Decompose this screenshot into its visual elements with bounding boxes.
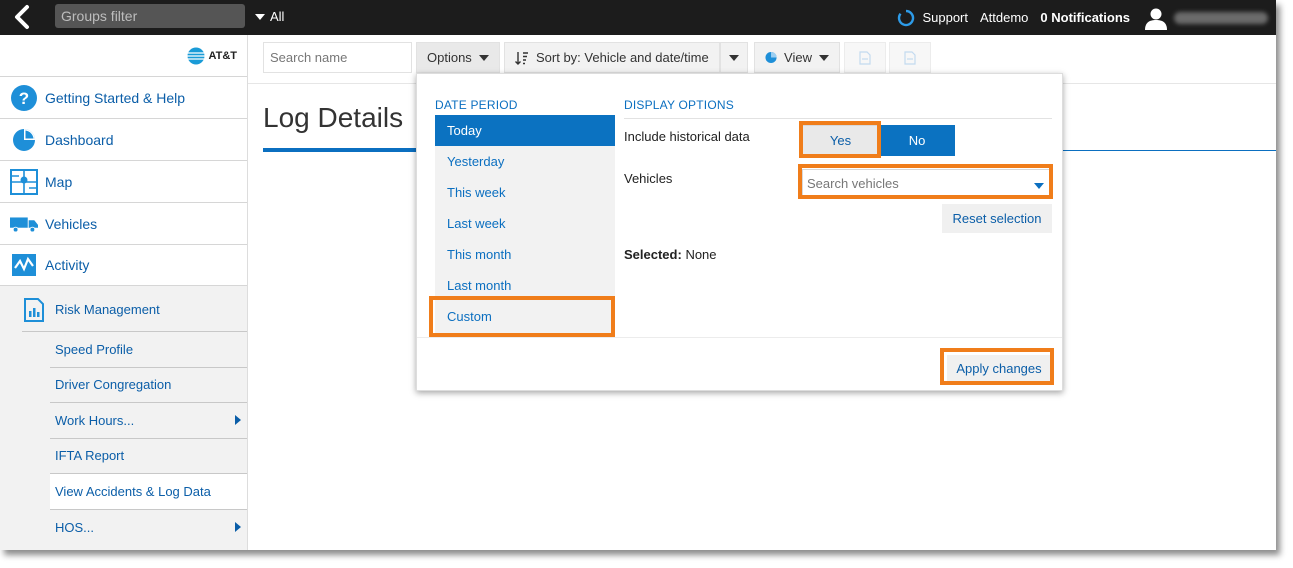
sidebar-item-getting-started[interactable]: ? Getting Started & Help bbox=[0, 76, 247, 118]
date-period-today[interactable]: Today bbox=[435, 115, 615, 146]
pie-view-icon bbox=[765, 51, 777, 64]
notifications-link[interactable]: 0 Notifications bbox=[1040, 10, 1130, 25]
help-icon: ? bbox=[10, 84, 38, 112]
sidebar-item-dashboard[interactable]: Dashboard bbox=[0, 118, 247, 160]
sort-direction-button[interactable] bbox=[720, 42, 748, 73]
submenu-work-hours[interactable]: Work Hours... bbox=[50, 403, 247, 439]
search-name-input[interactable] bbox=[263, 42, 412, 73]
historical-data-toggle: Yes No bbox=[802, 125, 955, 156]
page-title-underline bbox=[263, 148, 417, 152]
caret-down-icon bbox=[478, 54, 489, 61]
submenu-item-label: HOS... bbox=[55, 519, 95, 535]
sort-icon bbox=[515, 51, 528, 65]
top-bar-right: Support Attdemo 0 Notifications bbox=[897, 0, 1276, 35]
export-document-button[interactable] bbox=[844, 42, 886, 73]
risk-management-group[interactable]: Risk Management bbox=[22, 288, 247, 332]
content-divider bbox=[1062, 150, 1276, 151]
date-period-yesterday[interactable]: Yesterday bbox=[435, 146, 615, 177]
caret-down-icon bbox=[819, 54, 829, 61]
submenu-item-label: IFTA Report bbox=[55, 448, 125, 464]
user-name-redacted[interactable] bbox=[1174, 11, 1268, 24]
groups-scope-dropdown[interactable]: All bbox=[255, 9, 284, 24]
activity-icon bbox=[10, 251, 38, 279]
page-title: Log Details bbox=[263, 102, 404, 133]
sidebar-item-label: Activity bbox=[45, 257, 90, 273]
groups-scope-label: All bbox=[270, 9, 285, 24]
caret-down-icon bbox=[255, 13, 265, 20]
pie-chart-icon bbox=[10, 126, 38, 154]
truck-icon bbox=[10, 210, 38, 238]
att-globe-icon bbox=[187, 47, 205, 64]
sidebar: AT&T ? Getting Started & Help Dashboard … bbox=[0, 35, 248, 550]
submenu-item-label: View Accidents & Log Data bbox=[55, 483, 211, 499]
sort-button[interactable]: Sort by: Vehicle and date/time bbox=[504, 42, 720, 73]
options-button[interactable]: Options bbox=[416, 42, 500, 73]
date-period-list: Today Yesterday This week Last week This… bbox=[435, 115, 615, 332]
panel-footer-divider bbox=[417, 337, 1062, 338]
brand-logo: AT&T bbox=[0, 35, 247, 76]
sort-button-label: Sort by: Vehicle and date/time bbox=[536, 50, 709, 65]
view-button[interactable]: View bbox=[754, 42, 840, 73]
submenu-item-label: Speed Profile bbox=[55, 341, 134, 357]
sidebar-item-label: Vehicles bbox=[45, 215, 98, 232]
svg-text:?: ? bbox=[19, 89, 29, 108]
historical-data-label: Include historical data bbox=[624, 129, 750, 144]
groups-filter-input[interactable] bbox=[55, 4, 245, 28]
sidebar-item-activity[interactable]: Activity bbox=[0, 244, 247, 286]
date-period-custom[interactable]: Custom bbox=[435, 301, 615, 332]
vehicles-search-input[interactable] bbox=[802, 169, 1050, 197]
historical-no-button[interactable]: No bbox=[879, 125, 955, 156]
options-button-label: Options bbox=[427, 50, 472, 65]
date-period-this-month[interactable]: This month bbox=[435, 239, 615, 270]
reset-selection-button[interactable]: Reset selection bbox=[942, 204, 1052, 233]
report-chart-icon bbox=[24, 297, 44, 322]
display-options-heading: DISPLAY OPTIONS bbox=[624, 98, 1052, 119]
app-window: All Support Attdemo 0 Notifications AT&T bbox=[0, 0, 1276, 550]
submenu-item-label: Work Hours... bbox=[55, 412, 135, 428]
document-icon bbox=[859, 50, 871, 65]
selected-vehicles-summary: Selected: None bbox=[624, 247, 717, 262]
options-panel: DATE PERIOD DISPLAY OPTIONS Today Yester… bbox=[416, 73, 1063, 391]
historical-yes-button[interactable]: Yes bbox=[802, 125, 879, 156]
submenu-view-accidents-log-data[interactable]: View Accidents & Log Data bbox=[50, 474, 247, 510]
date-period-heading: DATE PERIOD bbox=[435, 98, 518, 112]
date-period-last-week[interactable]: Last week bbox=[435, 208, 615, 239]
print-document-button[interactable] bbox=[889, 42, 931, 73]
activity-submenu: Risk Management Speed Profile Driver Con… bbox=[0, 288, 248, 545]
document-icon bbox=[904, 50, 916, 65]
date-period-this-week[interactable]: This week bbox=[435, 177, 615, 208]
chevron-right-icon bbox=[235, 521, 241, 532]
back-arrow-icon[interactable] bbox=[10, 4, 36, 30]
risk-management-label: Risk Management bbox=[55, 302, 160, 317]
support-link[interactable]: Support bbox=[922, 10, 968, 25]
top-bar: All Support Attdemo 0 Notifications bbox=[0, 0, 1276, 35]
selected-label: Selected: bbox=[624, 247, 682, 262]
support-icon[interactable] bbox=[897, 9, 915, 27]
chevron-right-icon bbox=[235, 415, 241, 425]
brand-logo-text: AT&T bbox=[208, 49, 237, 62]
sidebar-item-label: Map bbox=[45, 173, 73, 190]
submenu-speed-profile[interactable]: Speed Profile bbox=[50, 332, 247, 368]
account-link[interactable]: Attdemo bbox=[980, 10, 1028, 25]
sidebar-item-label: Getting Started & Help bbox=[45, 89, 186, 106]
submenu-item-label: Driver Congregation bbox=[55, 377, 172, 393]
sidebar-item-label: Dashboard bbox=[45, 131, 114, 148]
date-period-last-month[interactable]: Last month bbox=[435, 270, 615, 301]
selected-value: None bbox=[685, 247, 717, 262]
submenu-ifta-report[interactable]: IFTA Report bbox=[50, 439, 247, 474]
caret-down-icon bbox=[729, 54, 739, 61]
caret-down-icon[interactable] bbox=[1034, 183, 1044, 189]
vehicles-label: Vehicles bbox=[624, 171, 673, 186]
submenu-driver-congregation[interactable]: Driver Congregation bbox=[50, 368, 247, 403]
view-button-label: View bbox=[784, 50, 812, 65]
user-avatar-icon[interactable] bbox=[1144, 6, 1168, 30]
sidebar-item-vehicles[interactable]: Vehicles bbox=[0, 202, 247, 244]
map-icon bbox=[10, 168, 38, 196]
submenu-hos[interactable]: HOS... bbox=[50, 510, 247, 546]
apply-changes-button[interactable]: Apply changes bbox=[947, 355, 1051, 382]
sidebar-item-map[interactable]: Map bbox=[0, 160, 247, 202]
